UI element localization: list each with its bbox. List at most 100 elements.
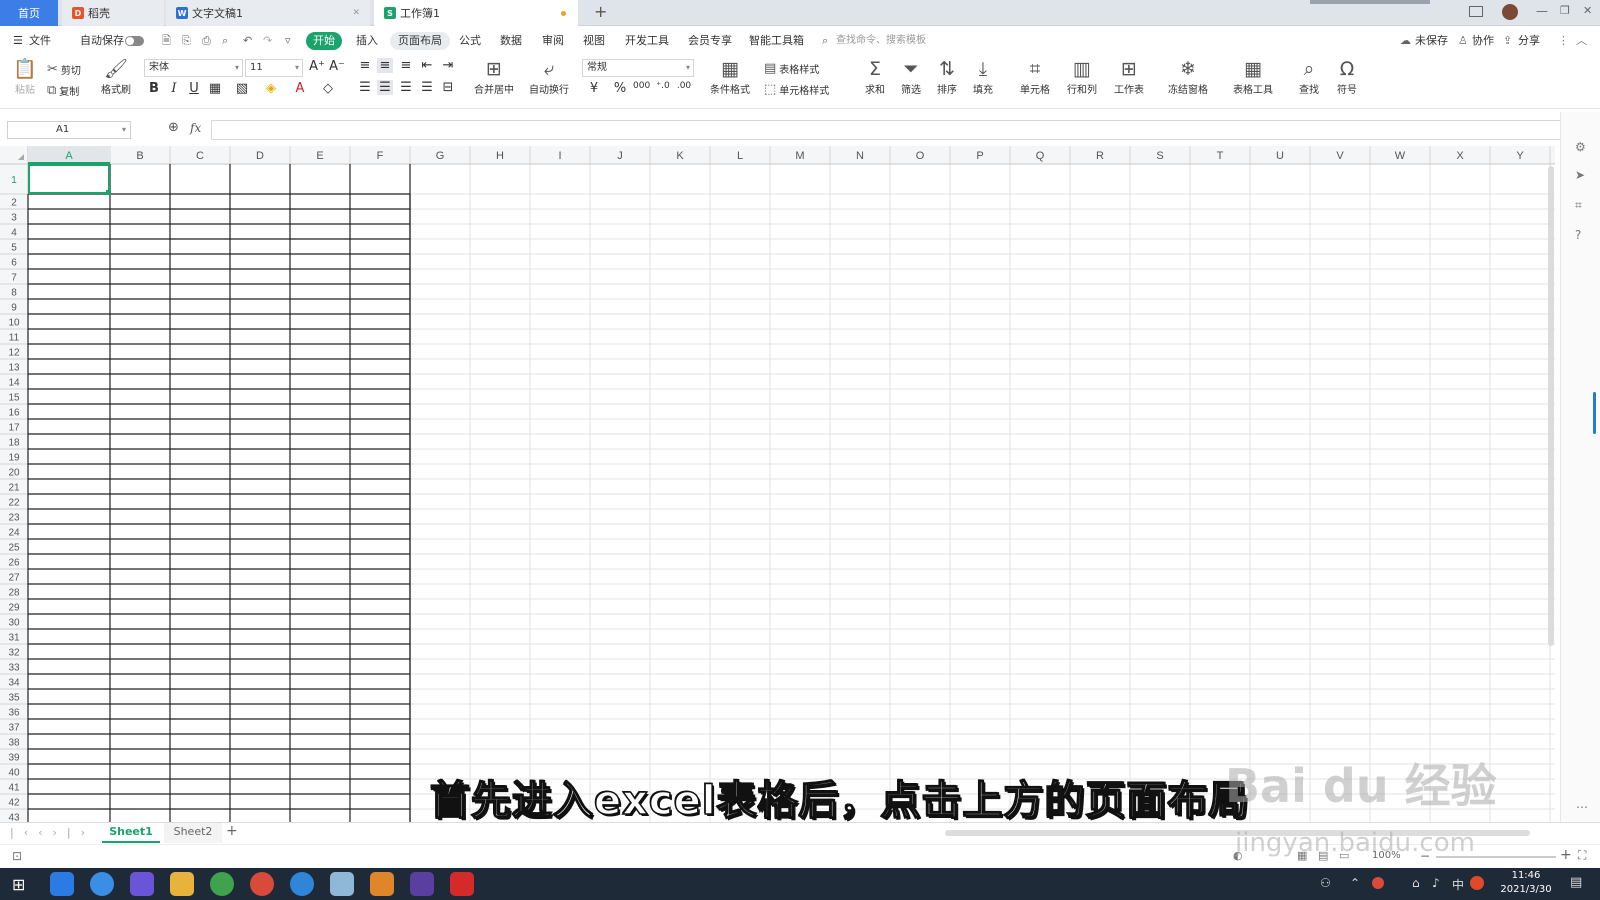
tab-developer[interactable]: 开发工具: [625, 33, 669, 49]
menu-file[interactable]: 文件: [29, 33, 51, 49]
select-icon[interactable]: ➤: [1575, 168, 1585, 182]
network-icon[interactable]: ⌂: [1412, 876, 1420, 890]
paste-button[interactable]: 📋 粘贴: [11, 57, 39, 96]
bold-icon[interactable]: B: [146, 81, 162, 96]
tab-insert[interactable]: 插入: [356, 33, 378, 49]
tab-member[interactable]: 会员专享: [688, 33, 732, 49]
minimize-icon[interactable]: —: [1536, 4, 1548, 18]
tray-person-icon[interactable]: ⚇: [1320, 876, 1331, 890]
distributed-icon[interactable]: ⊟: [440, 80, 456, 95]
cell-button[interactable]: ⌗ 单元格: [1015, 57, 1055, 96]
tab-page-layout[interactable]: 页面布局: [390, 32, 450, 50]
app-icon-3[interactable]: [130, 872, 154, 896]
save-icon[interactable]: 🗎: [162, 33, 171, 49]
increase-font-icon[interactable]: A⁺: [309, 59, 325, 74]
align-middle-icon[interactable]: ≡: [377, 58, 393, 73]
border-icon[interactable]: ▦: [207, 81, 223, 96]
clock-date[interactable]: 2021/3/30: [1496, 884, 1556, 895]
align-center-icon[interactable]: ☰: [377, 80, 393, 95]
tab-formula[interactable]: 公式: [459, 33, 481, 49]
sum-button[interactable]: Σ 求和: [860, 57, 890, 96]
tab-smart-tools[interactable]: 智能工具箱: [749, 33, 804, 49]
freeze-panes-button[interactable]: ❄ 冻结窗格: [1163, 57, 1213, 96]
filter-button[interactable]: ⏷ 筛选: [896, 57, 926, 96]
justify-icon[interactable]: ☰: [419, 80, 435, 95]
zoom-in-icon[interactable]: +: [1560, 847, 1572, 863]
wrap-text-button[interactable]: ⤶ 自动换行: [527, 57, 571, 96]
more-dots-icon[interactable]: ⋯: [1576, 800, 1588, 814]
worksheet-button[interactable]: ⊞ 工作表: [1109, 57, 1149, 96]
crop-icon[interactable]: ⌗: [1575, 198, 1582, 213]
sheet-nav-icon[interactable]: |‹‹›|›: [10, 826, 95, 839]
fill-button[interactable]: ⤓ 填充: [968, 57, 998, 96]
layout-icon[interactable]: [1469, 6, 1483, 17]
wps-icon[interactable]: [450, 872, 474, 896]
media-player-icon[interactable]: [410, 872, 434, 896]
increase-decimal-icon[interactable]: ⁺.0: [655, 81, 671, 91]
panel-slider[interactable]: [1593, 392, 1596, 434]
share-button[interactable]: 分享: [1518, 33, 1540, 49]
table-style-button[interactable]: ▤ 表格样式: [764, 61, 819, 76]
tab-review[interactable]: 审阅: [542, 33, 564, 49]
browser-icon[interactable]: [250, 872, 274, 896]
cut-button[interactable]: ✂ 剪切: [47, 62, 81, 77]
app-icon-9[interactable]: [370, 872, 394, 896]
undo-icon[interactable]: ↶: [243, 33, 252, 49]
help-icon[interactable]: ?: [1575, 228, 1581, 242]
ime-indicator[interactable]: 中: [1452, 876, 1464, 893]
italic-icon[interactable]: I: [166, 81, 182, 96]
edge-icon[interactable]: [290, 872, 314, 896]
more-options-icon[interactable]: ⋮: [1558, 33, 1569, 49]
restore-icon[interactable]: ❐: [1560, 4, 1570, 17]
conditional-format-button[interactable]: ▦ 条件格式: [708, 57, 752, 96]
tray-app-icon[interactable]: [1372, 877, 1384, 889]
hamburger-icon[interactable]: ☰: [13, 33, 23, 49]
volume-icon[interactable]: ♪: [1432, 876, 1440, 890]
find-button[interactable]: ⌕ 查找: [1294, 57, 1324, 96]
autosave-toggle[interactable]: [125, 36, 144, 46]
align-right-icon[interactable]: ☰: [398, 80, 414, 95]
settings-icon[interactable]: ⚙: [1575, 140, 1586, 154]
name-box[interactable]: A1: [7, 121, 131, 139]
zoom-formula-icon[interactable]: ⊕: [168, 120, 179, 135]
font-color-icon[interactable]: A: [292, 81, 308, 96]
avatar[interactable]: [1502, 4, 1518, 20]
align-bottom-icon[interactable]: ≡: [398, 58, 414, 73]
percent-icon[interactable]: %: [612, 81, 628, 96]
row-col-button[interactable]: ▥ 行和列: [1062, 57, 1102, 96]
font-size-select[interactable]: 11: [245, 59, 303, 77]
app-icon-1[interactable]: [50, 872, 74, 896]
file-explorer-icon[interactable]: [170, 872, 194, 896]
fill-pattern-icon[interactable]: ▧: [234, 81, 250, 96]
redo-icon[interactable]: ↷: [263, 33, 272, 49]
merge-center-button[interactable]: ⊞ 合并居中: [468, 57, 520, 96]
decrease-decimal-icon[interactable]: .00: [676, 81, 692, 91]
spreadsheet-grid[interactable]: A B C D E F G H I J K L M N O P Q R S T U V W X Y 1 2 3 4 5 6 7 8 9 10 11 12…: [0, 146, 1555, 822]
sort-button[interactable]: ⇅ 排序: [932, 57, 962, 96]
fx-icon[interactable]: fx: [190, 121, 201, 135]
app-icon-2[interactable]: [90, 872, 114, 896]
unsaved-button[interactable]: 未保存: [1415, 33, 1448, 49]
collapse-ribbon-icon[interactable]: ︿: [1576, 33, 1587, 49]
symbol-button[interactable]: Ω 符号: [1332, 57, 1362, 96]
fullscreen-icon[interactable]: ⛶: [1578, 848, 1586, 863]
indent-increase-icon[interactable]: ⇥: [440, 58, 456, 73]
formula-input[interactable]: [211, 120, 1561, 140]
tab-view[interactable]: 视图: [583, 33, 605, 49]
clock-time[interactable]: 11:46: [1500, 870, 1552, 881]
new-tab-button[interactable]: +: [594, 2, 607, 21]
table-tools-button[interactable]: ▦ 表格工具: [1228, 57, 1278, 96]
close-icon[interactable]: ✕: [352, 8, 360, 18]
sogou-icon[interactable]: [1470, 876, 1484, 890]
format-painter-button[interactable]: 🖌 格式刷: [100, 57, 132, 96]
preview-icon[interactable]: ⌕: [222, 33, 228, 49]
tab-document[interactable]: W 文字文稿1 ✕: [166, 0, 370, 26]
align-top-icon[interactable]: ≡: [357, 58, 373, 73]
currency-icon[interactable]: ¥: [586, 81, 602, 96]
print-icon[interactable]: ⎙: [202, 33, 211, 49]
macro-icon[interactable]: ⊡: [12, 849, 22, 863]
indent-decrease-icon[interactable]: ⇤: [419, 58, 435, 73]
thousands-icon[interactable]: 000: [633, 81, 650, 91]
number-format-select[interactable]: 常规: [582, 59, 694, 77]
tab-data[interactable]: 数据: [500, 33, 522, 49]
